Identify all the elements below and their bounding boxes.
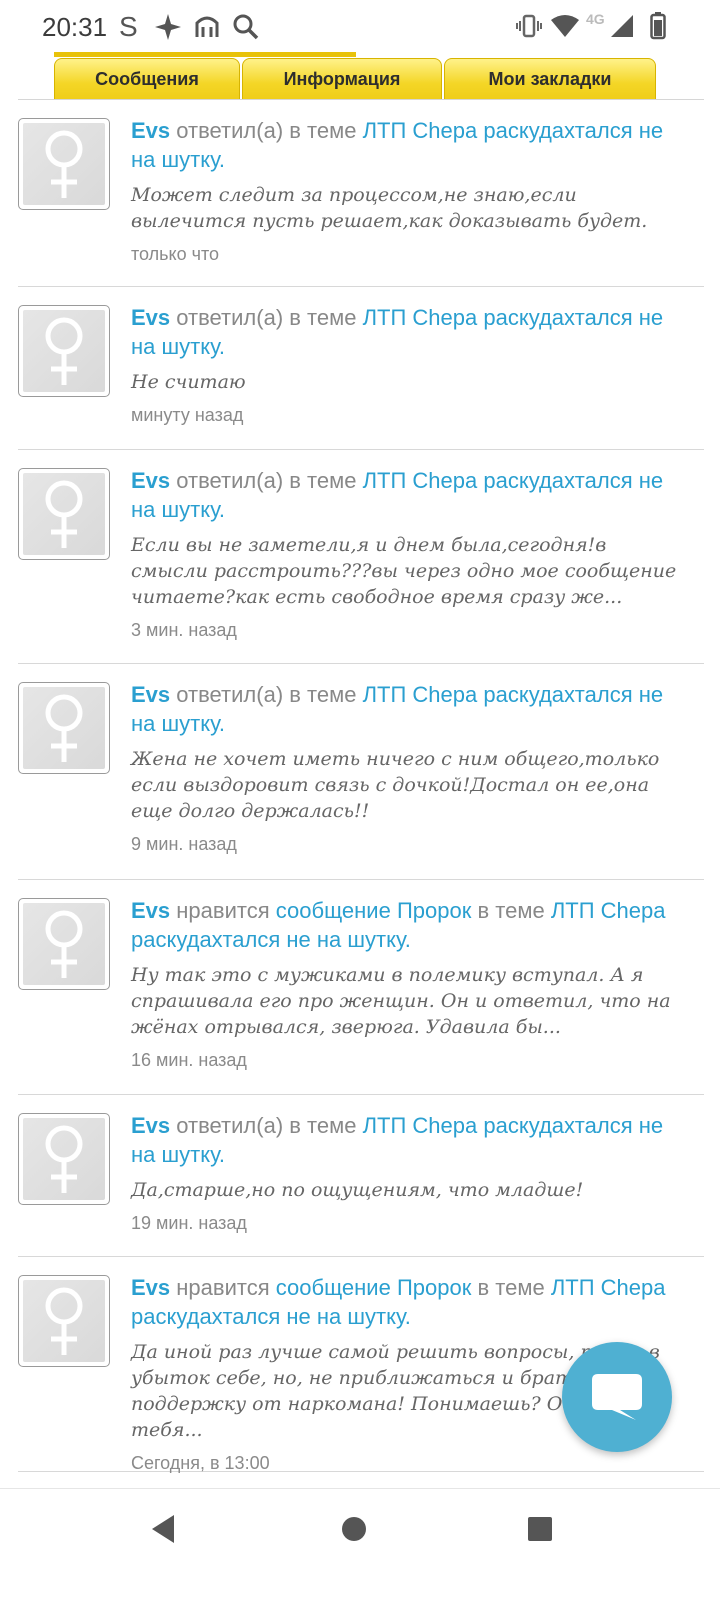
female-symbol-icon <box>45 130 83 198</box>
message-snippet: Да,старше,но по ощущениям, что младше! <box>131 1179 584 1201</box>
action-text: ответил(а) в теме <box>176 1113 357 1138</box>
in-topic-text: в теме <box>477 898 545 923</box>
in-topic-text: в теме <box>477 1275 545 1300</box>
tab-bookmarks[interactable]: Мои закладки <box>444 58 656 100</box>
sparkle-icon <box>155 14 181 40</box>
feed-item[interactable]: Evs ответил(а) в теме ЛТП Chepa раскудах… <box>18 100 704 287</box>
svg-text:S: S <box>119 12 138 40</box>
female-symbol-icon <box>45 317 83 385</box>
avatar[interactable] <box>18 118 110 210</box>
topic-period: . <box>218 711 226 736</box>
feed-item[interactable]: Evs ответил(а) в теме ЛТП Chepa раскудах… <box>18 1095 704 1257</box>
page-load-progress <box>54 52 356 57</box>
liked-message-link[interactable]: сообщение Пророк <box>276 1275 472 1300</box>
timestamp: минуту назад <box>131 405 244 425</box>
tab-bookmarks-label: Мои закладки <box>488 69 612 89</box>
topic-period: . <box>218 497 226 522</box>
feed-item[interactable]: Evs нравится сообщение Пророк в теме ЛТП… <box>18 880 704 1095</box>
network-type: 4G <box>586 11 605 27</box>
username-link[interactable]: Evs <box>131 468 170 493</box>
search-icon <box>233 14 259 40</box>
avatar[interactable] <box>18 468 110 560</box>
feed-headline: Evs нравится сообщение Пророк в теме ЛТП… <box>131 896 684 954</box>
topic-period: . <box>404 927 411 952</box>
action-text: ответил(а) в теме <box>176 305 357 330</box>
chat-bubble-icon <box>592 1374 642 1420</box>
username-link[interactable]: Evs <box>131 1113 170 1138</box>
s-icon: S <box>119 12 138 40</box>
feed-item[interactable]: Evs ответил(а) в теме ЛТП Chepa раскудах… <box>18 450 704 664</box>
signal-icon <box>611 15 633 37</box>
username-link[interactable]: Evs <box>131 1275 170 1300</box>
feed-headline: Evs ответил(а) в теме ЛТП Chepa раскудах… <box>131 680 684 738</box>
username-link[interactable]: Evs <box>131 682 170 707</box>
avatar[interactable] <box>18 1275 110 1367</box>
message-snippet: Ну так это с мужиками в полемику вступал… <box>131 964 671 1038</box>
message-snippet: Жена не хочет иметь ничего с ним общего,… <box>131 748 660 822</box>
feed-headline: Evs ответил(а) в теме ЛТП Chepa раскудах… <box>131 1111 684 1169</box>
message-snippet: Не считаю <box>131 371 246 393</box>
female-symbol-icon <box>45 910 83 978</box>
feed-headline: Evs нравится сообщение Пророк в теме ЛТП… <box>131 1273 684 1331</box>
feed-headline: Evs ответил(а) в теме ЛТП Chepa раскудах… <box>131 303 684 361</box>
topic-period: . <box>218 334 226 359</box>
female-symbol-icon <box>45 1287 83 1355</box>
topic-period: . <box>404 1304 411 1329</box>
timestamp: 9 мин. назад <box>131 834 237 854</box>
topic-period: . <box>218 1142 226 1167</box>
feed-headline: Evs ответил(а) в теме ЛТП Chepa раскудах… <box>131 116 684 174</box>
news-feed: Evs ответил(а) в теме ЛТП Chepa раскудах… <box>18 100 704 1473</box>
message-snippet: Если вы не заметели,я и днем была,сегодн… <box>131 534 677 608</box>
avatar[interactable] <box>18 682 110 774</box>
female-symbol-icon <box>45 480 83 548</box>
tab-bar: Сообщения Информация Мои закладки <box>0 52 720 100</box>
tab-information[interactable]: Информация <box>242 58 442 100</box>
tab-information-label: Информация <box>283 69 401 89</box>
username-link[interactable]: Evs <box>131 118 170 143</box>
transit-icon <box>195 16 219 37</box>
timestamp: только что <box>131 244 220 264</box>
action-text: ответил(а) в теме <box>176 118 357 143</box>
recents-icon[interactable] <box>526 1515 554 1543</box>
timestamp: Сегодня, в 13:00 <box>131 1453 270 1473</box>
username-link[interactable]: Evs <box>131 305 170 330</box>
status-time: 20:31 <box>42 12 108 42</box>
avatar[interactable] <box>18 305 110 397</box>
feed-headline: Evs ответил(а) в теме ЛТП Chepa раскудах… <box>131 466 684 524</box>
avatar[interactable] <box>18 1113 110 1205</box>
action-text: нравится <box>176 898 270 923</box>
feed-item[interactable]: Evs ответил(а) в теме ЛТП Chepa раскудах… <box>18 664 704 880</box>
timestamp: 16 мин. назад <box>131 1050 247 1070</box>
tab-messages-label: Сообщения <box>95 69 199 89</box>
status-bar: 20:31 S 4G <box>0 0 720 52</box>
liked-message-link[interactable]: сообщение Пророк <box>276 898 472 923</box>
avatar[interactable] <box>18 898 110 990</box>
timestamp: 19 мин. назад <box>131 1213 247 1233</box>
username-link[interactable]: Evs <box>131 898 170 923</box>
female-symbol-icon <box>45 1125 83 1193</box>
action-text: нравится <box>176 1275 270 1300</box>
home-icon[interactable] <box>340 1515 368 1543</box>
action-text: ответил(а) в теме <box>176 468 357 493</box>
vibrate-icon <box>516 14 542 38</box>
timestamp: 3 мин. назад <box>131 620 237 640</box>
system-nav-bar <box>0 1488 720 1601</box>
feed-item[interactable]: Evs ответил(а) в теме ЛТП Chepa раскудах… <box>18 287 704 450</box>
action-text: ответил(а) в теме <box>176 682 357 707</box>
female-symbol-icon <box>45 694 83 762</box>
topic-period: . <box>218 147 226 172</box>
chat-button[interactable] <box>562 1342 672 1452</box>
message-snippet: Может следит за процессом,не знаю,если в… <box>131 184 648 232</box>
tab-messages[interactable]: Сообщения <box>54 58 240 100</box>
wifi-icon <box>551 15 579 37</box>
back-icon[interactable] <box>148 1513 180 1545</box>
battery-icon <box>650 12 666 40</box>
